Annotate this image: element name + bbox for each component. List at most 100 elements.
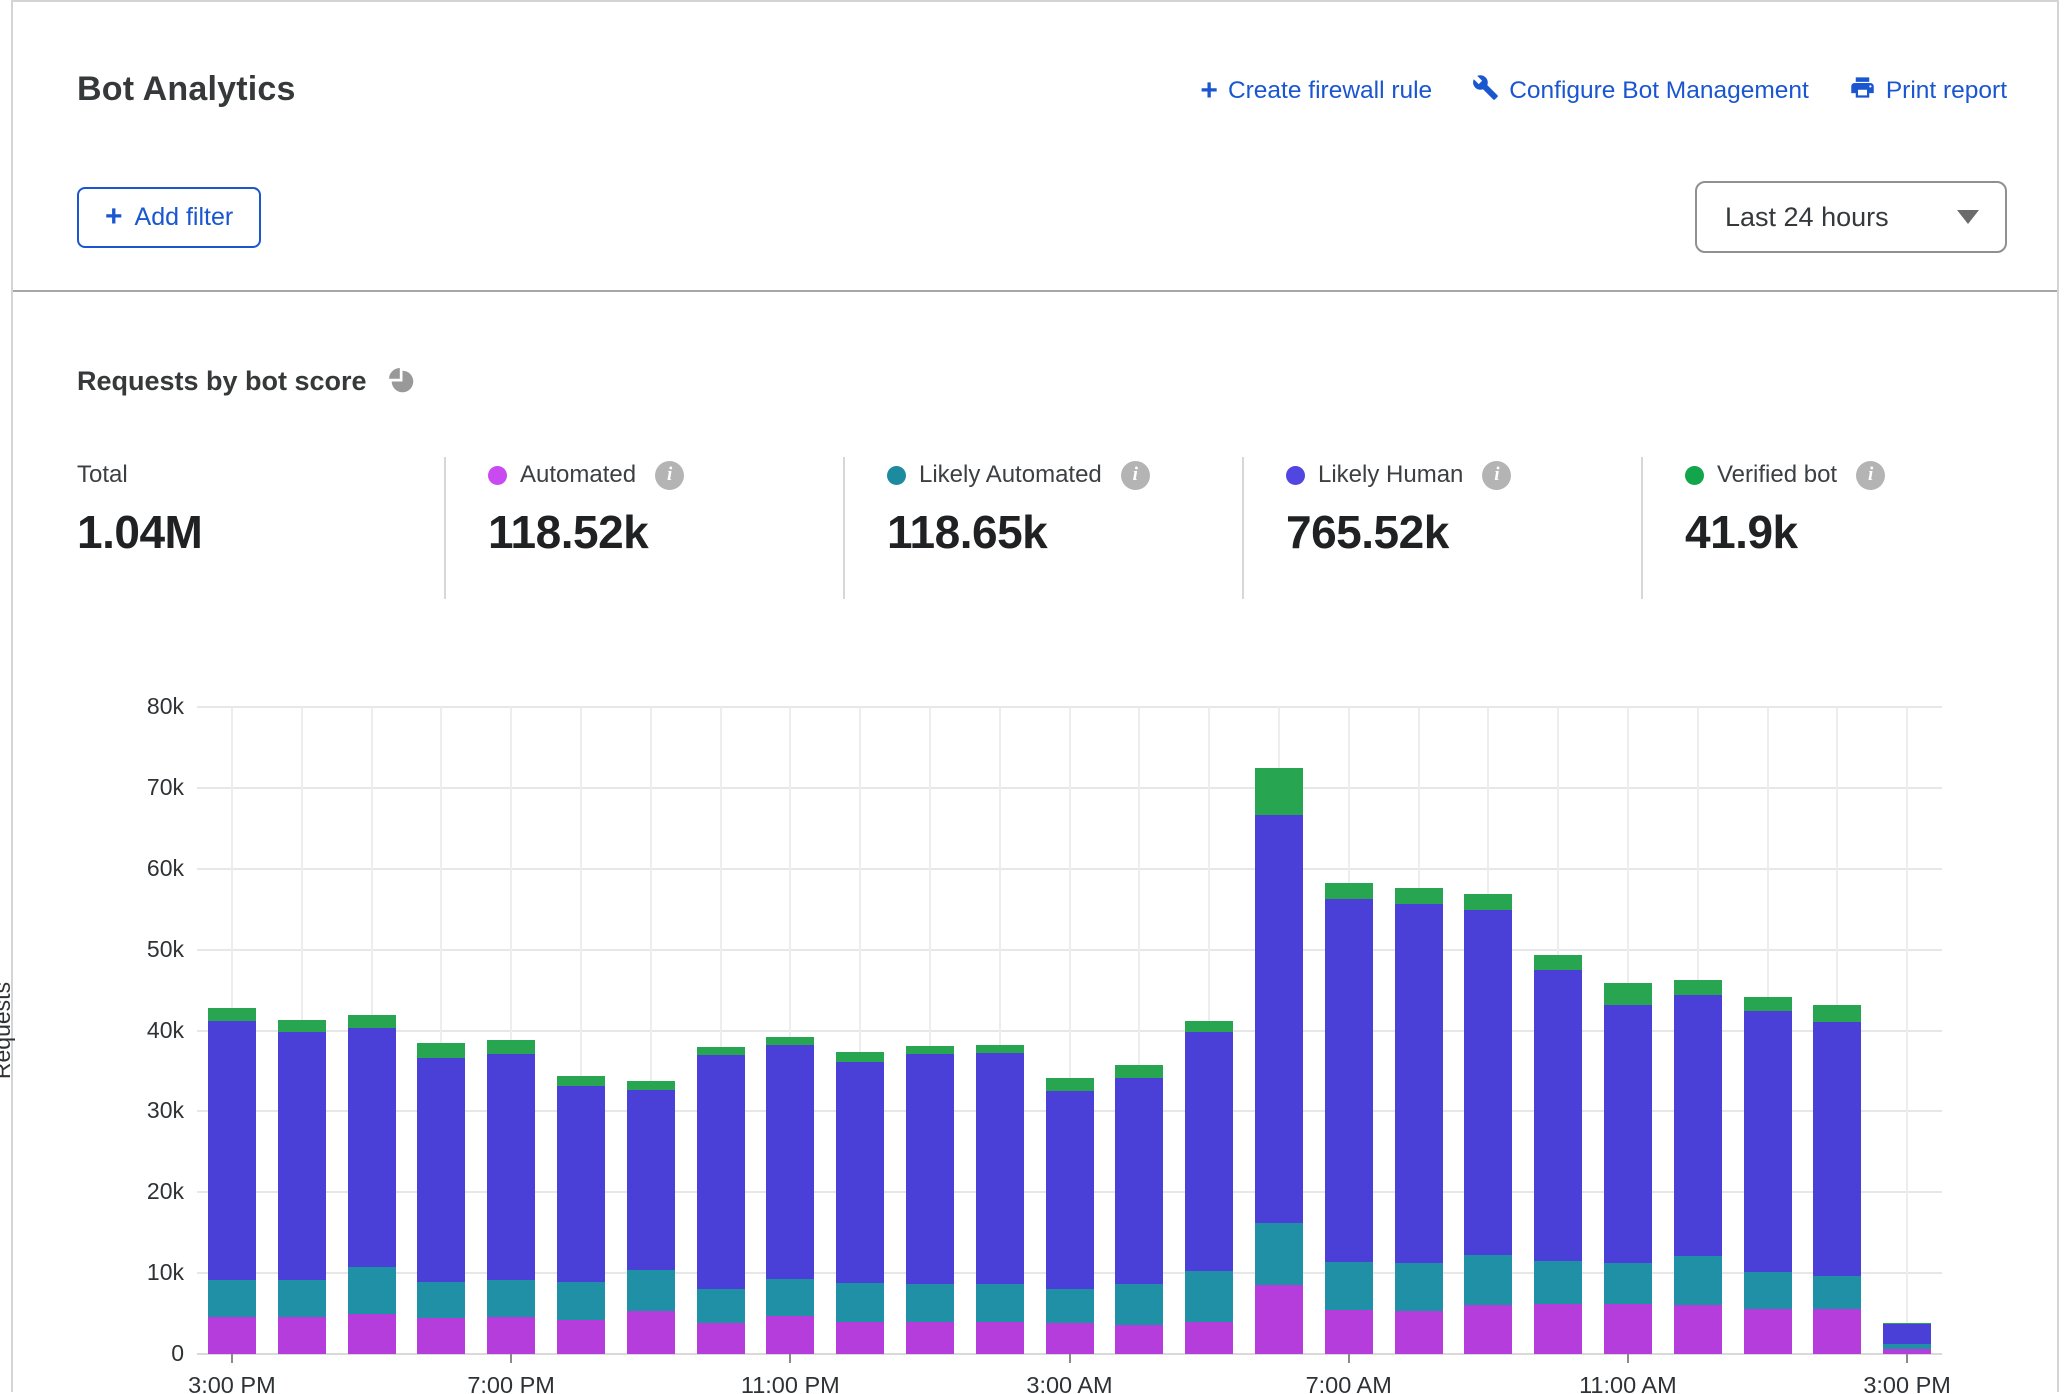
bar-segment-likely-automated [1255, 1223, 1303, 1285]
stat-likely-human-label: Likely Human [1318, 461, 1463, 489]
stacked-bar [1464, 894, 1512, 1354]
header-divider [13, 290, 2057, 292]
bar-segment-likely-human [1674, 995, 1722, 1256]
bar-segment-likely-automated [836, 1283, 884, 1322]
stacked-bar [557, 1076, 605, 1354]
info-icon[interactable]: i [1121, 461, 1150, 490]
bar-segment-likely-human [1813, 1022, 1861, 1276]
bar-segment-likely-automated [976, 1284, 1024, 1322]
bar-segment-automated [417, 1318, 465, 1354]
x-tick [789, 1354, 791, 1363]
filter-row: + Add filter Last 24 hours [13, 181, 2057, 253]
stacked-bar [1325, 883, 1373, 1354]
likely-automated-legend-dot [887, 466, 906, 485]
plus-icon: + [1200, 79, 1218, 103]
stat-total-label: Total [77, 461, 128, 489]
stacked-bar [1534, 955, 1582, 1355]
bar-segment-likely-automated [1604, 1263, 1652, 1303]
bar-segment-automated [487, 1317, 535, 1354]
bar-segment-automated [208, 1317, 256, 1354]
y-tick-label: 10k [79, 1259, 184, 1286]
bar-segment-automated [1115, 1325, 1163, 1354]
x-tick-label: 3:00 AM [990, 1372, 1150, 1394]
stacked-bar [1674, 980, 1722, 1354]
verified-bot-legend-dot [1685, 466, 1704, 485]
time-range-value: Last 24 hours [1725, 202, 1889, 233]
x-tick-label: 7:00 PM [431, 1372, 591, 1394]
x-tick [1627, 1354, 1629, 1363]
print-report-link[interactable]: Print report [1849, 74, 2007, 108]
requests-by-bot-score-chart: Requests 010k20k30k40k50k60k70k80k3:00 P… [77, 707, 2007, 1394]
info-icon[interactable]: i [1856, 461, 1885, 490]
stacked-bar [487, 1040, 535, 1354]
x-tick [1906, 1354, 1908, 1363]
bar-segment-likely-automated [1046, 1289, 1094, 1323]
stacked-bar [697, 1047, 745, 1354]
x-tick-label: 3:00 PM [1827, 1372, 1987, 1394]
x-tick [1348, 1354, 1350, 1363]
stat-verified-bot-value: 41.9k [1685, 505, 2007, 559]
chevron-down-icon [1957, 210, 1979, 224]
bar-segment-verified-bot [906, 1046, 954, 1054]
stacked-bar [348, 1015, 396, 1354]
stacked-bar [836, 1052, 884, 1354]
y-tick-label: 0 [79, 1340, 184, 1367]
stat-automated: Automated i 118.52k [444, 457, 843, 599]
bar-segment-verified-bot [1744, 997, 1792, 1012]
bar-segment-likely-human [1255, 815, 1303, 1223]
bar-segment-verified-bot [278, 1020, 326, 1032]
bar-segment-likely-automated [417, 1282, 465, 1318]
add-filter-button[interactable]: + Add filter [77, 187, 261, 248]
stat-likely-automated-label: Likely Automated [919, 461, 1102, 489]
stacked-bar [1185, 1021, 1233, 1354]
info-icon[interactable]: i [655, 461, 684, 490]
bar-segment-automated [278, 1317, 326, 1354]
bar-segment-verified-bot [417, 1043, 465, 1058]
bar-segment-verified-bot [208, 1008, 256, 1021]
bar-segment-likely-automated [766, 1279, 814, 1316]
bar-segment-verified-bot [976, 1045, 1024, 1053]
stacked-bar [1604, 983, 1652, 1354]
stacked-bar [1255, 768, 1303, 1354]
stacked-bar [1395, 888, 1443, 1354]
bar-segment-likely-automated [348, 1267, 396, 1314]
bar-segment-likely-automated [906, 1284, 954, 1322]
stat-likely-human-value: 765.52k [1286, 505, 1641, 559]
bar-segment-automated [1255, 1285, 1303, 1354]
x-tick [510, 1354, 512, 1363]
y-tick-label: 40k [79, 1017, 184, 1044]
bar-segment-verified-bot [1325, 883, 1373, 898]
stacked-bar [417, 1043, 465, 1354]
bar-segment-verified-bot [1604, 983, 1652, 1005]
create-firewall-rule-link[interactable]: + Create firewall rule [1200, 77, 1432, 105]
bar-segment-automated [1185, 1322, 1233, 1354]
stacked-bar [1046, 1078, 1094, 1354]
bar-segment-automated [1604, 1304, 1652, 1354]
configure-bot-management-label: Configure Bot Management [1509, 77, 1809, 105]
stat-total-value: 1.04M [77, 505, 444, 559]
pie-chart-icon [385, 364, 420, 399]
stat-automated-value: 118.52k [488, 505, 843, 559]
x-tick [1069, 1354, 1071, 1363]
y-tick-label: 20k [79, 1178, 184, 1205]
bar-segment-likely-human [1883, 1324, 1931, 1344]
wrench-icon [1472, 74, 1499, 108]
add-filter-label: Add filter [135, 203, 234, 232]
bar-segment-likely-human [1325, 899, 1373, 1262]
bar-segment-likely-automated [1325, 1262, 1373, 1310]
stacked-bar [906, 1046, 954, 1354]
y-axis-title: Requests [0, 707, 16, 1354]
stacked-bar [208, 1008, 256, 1354]
bar-segment-likely-human [1464, 910, 1512, 1255]
bar-segment-verified-bot [1046, 1078, 1094, 1091]
bar-segment-verified-bot [1674, 980, 1722, 995]
info-icon[interactable]: i [1482, 461, 1511, 490]
gridline [1906, 707, 1908, 1354]
configure-bot-management-link[interactable]: Configure Bot Management [1472, 74, 1809, 108]
bar-segment-likely-automated [1534, 1261, 1582, 1304]
bar-segment-automated [1464, 1305, 1512, 1354]
bar-segment-likely-human [208, 1021, 256, 1281]
bar-segment-automated [1046, 1323, 1094, 1354]
time-range-dropdown[interactable]: Last 24 hours [1695, 181, 2007, 253]
stat-verified-bot-label: Verified bot [1717, 461, 1837, 489]
